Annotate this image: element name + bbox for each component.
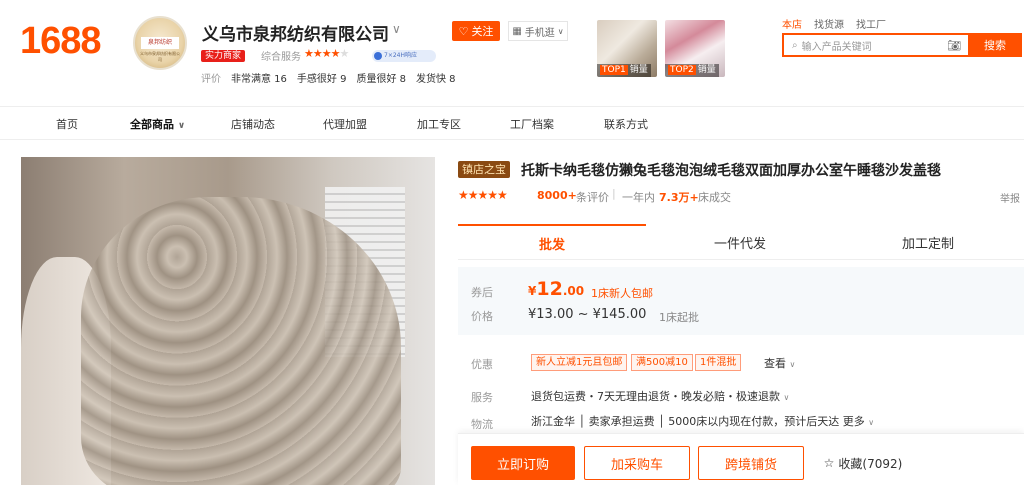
eval-item: 非常满意 16 xyxy=(231,74,287,85)
camera-icon[interactable]: 📷︎ xyxy=(947,39,961,52)
mobile-browse-button[interactable]: ▦ 手机逛 ∨ xyxy=(508,21,568,41)
min-order: 1床起批 xyxy=(659,311,699,324)
service-text[interactable]: 退货包运费・7天无理由退货・晚发必赔・极速退款 ∨ xyxy=(531,388,789,404)
deal-count: 7.3万+ xyxy=(659,191,699,204)
review-label: 条评价 xyxy=(576,191,609,204)
star-icon: ☆ xyxy=(823,456,835,470)
shipping-text-label: 浙江金华 │ 卖家承担运费 │ 5000床以内现在付款，预计后天达 更多 xyxy=(531,415,865,428)
add-to-cart-button[interactable]: 加采购车 xyxy=(584,446,690,480)
avatar-text: 泉邦纺织 xyxy=(141,37,179,49)
tab-custom[interactable]: 加工定制 xyxy=(834,224,1022,260)
price-box: 券后 ¥12.00 1床新人包邮 价格 ¥13.00 ~ ¥145.00 1床起… xyxy=(458,267,1024,335)
follow-button[interactable]: ♡ 关注 xyxy=(452,21,500,41)
eval-item: 发货快 8 xyxy=(416,74,456,85)
nav-all-products[interactable]: 全部商品 ∨ xyxy=(130,116,185,132)
site-logo[interactable]: 1688 xyxy=(20,20,102,63)
coupon-price-int: 12 xyxy=(536,278,563,300)
new-user-tip: 1床新人包邮 xyxy=(591,287,653,300)
report-link[interactable]: 举报 xyxy=(1000,190,1020,205)
top2-rank: TOP2 xyxy=(668,65,696,75)
treasure-badge: 镇店之宝 xyxy=(458,161,510,178)
top2-product-thumb[interactable]: TOP2 销量 xyxy=(665,20,725,77)
heart-plus-icon: ♡ xyxy=(458,24,469,38)
review-count[interactable]: 8000+ xyxy=(537,189,577,202)
nav-factory[interactable]: 工厂档案 xyxy=(510,116,554,132)
search-placeholder: 输入产品关键词 xyxy=(801,41,872,53)
coupon-price-dec: .00 xyxy=(562,284,585,298)
nav-all-products-label: 全部商品 xyxy=(130,118,174,131)
top2-text: 销量 xyxy=(697,65,716,75)
product-title: 托斯卡纳毛毯仿獭兔毛毯泡泡绒毛毯双面加厚办公室午睡毯沙发盖毯 xyxy=(521,163,941,179)
top1-label: TOP1 销量 xyxy=(597,64,651,77)
shop-avatar[interactable]: 泉邦纺织 义乌市泉邦纺织有限公司 xyxy=(133,16,187,70)
nav-news[interactable]: 店铺动态 xyxy=(231,116,275,132)
promo-tag-discount: 满500减10 xyxy=(631,354,693,371)
promo-tag-new-user: 新人立减1元且包邮 xyxy=(531,354,628,371)
year-label: 一年内 xyxy=(622,191,655,204)
price-range: ¥13.00 ~ ¥145.00 xyxy=(528,307,647,322)
avatar-subtext: 义乌市泉邦纺织有限公司 xyxy=(140,51,180,62)
coupon-price: ¥12.00 xyxy=(528,278,584,300)
chevron-down-icon: ∨ xyxy=(783,393,790,402)
shipping-label: 物流 xyxy=(471,418,493,431)
chevron-down-icon: ∨ xyxy=(868,418,875,427)
chevron-down-icon: ∨ xyxy=(557,26,564,36)
product-main-image[interactable] xyxy=(21,157,435,485)
nav-contact[interactable]: 联系方式 xyxy=(604,116,648,132)
promo-tag-mixed: 1件混批 xyxy=(695,354,742,371)
strength-badge: 实力商家 xyxy=(201,50,246,62)
search-input[interactable]: ⌕ 输入产品关键词 📷︎ xyxy=(782,33,968,57)
cross-border-button[interactable]: 跨境铺货 xyxy=(698,446,804,480)
service-stars-empty: ★ xyxy=(339,47,349,60)
eval-item: 手感很好 9 xyxy=(296,74,347,85)
service-label: 综合服务 xyxy=(261,52,301,63)
search-tabs: 本店 找货源 找工厂 xyxy=(782,16,886,31)
chevron-down-icon: ∨ xyxy=(177,121,186,131)
plush-blanket xyxy=(81,197,401,485)
nav-agent[interactable]: 代理加盟 xyxy=(323,116,367,132)
nav-home[interactable]: 首页 xyxy=(56,116,78,132)
eval-item: 质量很好 8 xyxy=(356,74,406,85)
follow-label: 关注 xyxy=(471,25,494,38)
tab-wholesale[interactable]: 批发 xyxy=(458,224,646,260)
action-bar: 立即订购 加采购车 跨境铺货 ☆ 收藏(7092) xyxy=(458,433,1024,485)
shipping-text[interactable]: 浙江金华 │ 卖家承担运费 │ 5000床以内现在付款，预计后天达 更多 ∨ xyxy=(531,413,874,429)
favorite-button[interactable]: ☆ 收藏(7092) xyxy=(818,446,908,480)
deal-label: 床成交 xyxy=(698,191,731,204)
chevron-down-icon[interactable]: ∨ xyxy=(392,22,401,36)
search-icon: ⌕ xyxy=(792,39,798,51)
order-now-button[interactable]: 立即订购 xyxy=(471,446,575,480)
favorite-label: 收藏(7092) xyxy=(838,456,903,471)
divider: | xyxy=(612,187,616,200)
coupon-label: 券后 xyxy=(471,286,493,299)
top1-rank: TOP1 xyxy=(600,65,628,75)
promo-label: 优惠 xyxy=(471,358,493,371)
promo-view-label: 查看 xyxy=(764,357,786,370)
shop-nav: 首页 全部商品 ∨ 店铺动态 代理加盟 加工专区 工厂档案 联系方式 xyxy=(0,106,1024,140)
tab-dropship[interactable]: 一件代发 xyxy=(646,224,834,260)
chevron-down-icon: ∨ xyxy=(789,360,796,369)
service-label: 服务 xyxy=(471,391,493,404)
shop-name[interactable]: 义乌市泉邦纺织有限公司 xyxy=(202,20,389,45)
qr-code-icon: ▦ xyxy=(512,25,522,37)
search-tab-shop[interactable]: 本店 xyxy=(782,16,802,31)
service-text-label: 退货包运费・7天无理由退货・晚发必赔・极速退款 xyxy=(531,390,780,403)
top2-label: TOP2 销量 xyxy=(665,64,719,77)
purchase-mode-tabs: 批发 一件代发 加工定制 xyxy=(458,224,1024,260)
evaluation-row: 评价 非常满意 16 手感很好 9 质量很好 8 发货快 8 xyxy=(201,70,456,85)
top1-product-thumb[interactable]: TOP1 销量 xyxy=(597,20,657,77)
promo-view-link[interactable]: 查看 ∨ xyxy=(764,355,795,371)
service-stars: ★★★★★ xyxy=(304,47,349,60)
top1-text: 销量 xyxy=(629,65,648,75)
search-tab-source[interactable]: 找货源 xyxy=(814,16,844,31)
search-button[interactable]: 搜索 xyxy=(968,33,1022,57)
search-tab-factory[interactable]: 找工厂 xyxy=(856,16,886,31)
mobile-label: 手机逛 xyxy=(524,27,555,39)
service-stars-full: ★★★★ xyxy=(304,47,340,60)
eval-label: 评价 xyxy=(201,74,221,85)
response-pill: 7×24H响应 xyxy=(372,50,436,62)
nav-processing[interactable]: 加工专区 xyxy=(417,116,461,132)
rating-stars: ★★★★★ xyxy=(458,188,508,202)
price-label: 价格 xyxy=(471,310,493,323)
